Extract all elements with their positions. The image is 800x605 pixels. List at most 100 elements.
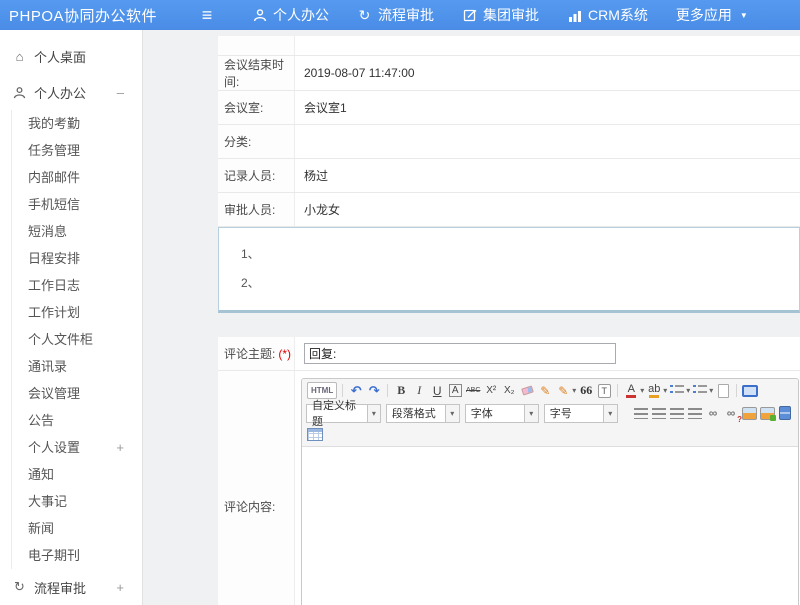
row-value-cell	[295, 337, 800, 370]
table-row	[218, 36, 800, 56]
unordered-list-icon[interactable]	[692, 382, 708, 399]
app-title: PHPOA协同办公软件	[0, 5, 190, 26]
field-value: 杨过	[295, 159, 800, 192]
sidebar-item-short-message[interactable]: 短消息	[0, 218, 142, 245]
hamburger-menu-icon[interactable]: ≡	[190, 5, 224, 26]
sidebar-item-personal-settings[interactable]: 个人设置 +	[0, 434, 142, 461]
sidebar: ⌂ 个人桌面 个人办公 – 我的考勤 任务管理 内部邮件 手机短信 短消息 日程…	[0, 30, 143, 605]
font-family-dropdown[interactable]: 字体 ▾	[465, 404, 539, 423]
sidebar-item-work-plan[interactable]: 工作计划	[0, 299, 142, 326]
caret-down-icon[interactable]: ▾	[686, 386, 690, 395]
expand-icon[interactable]: +	[116, 434, 124, 461]
paint-pen-icon[interactable]: ✎	[555, 382, 571, 399]
upload-image-icon[interactable]	[759, 405, 775, 422]
ordered-list-icon[interactable]	[669, 382, 685, 399]
sidebar-item-internal-mail[interactable]: 内部邮件	[0, 164, 142, 191]
nav-personal-office[interactable]: 个人办公	[252, 5, 329, 25]
comment-subject-label: 评论主题:	[224, 345, 275, 362]
sidebar-item-task-management[interactable]: 任务管理	[0, 137, 142, 164]
format-brush-icon[interactable]: ✎	[537, 382, 553, 399]
sidebar-item-schedule[interactable]: 日程安排	[0, 245, 142, 272]
underline-icon[interactable]: U	[429, 382, 445, 399]
italic-icon[interactable]: I	[411, 382, 427, 399]
insert-media-icon[interactable]	[777, 405, 793, 422]
sidebar-item-personal-desktop[interactable]: ⌂ 个人桌面	[0, 38, 142, 74]
editor-toolbar: HTML ↶ ↷ B I U A ABC X² X₂	[302, 379, 798, 447]
editor-content-area[interactable]	[302, 447, 798, 605]
toolbar-row-3	[306, 425, 794, 444]
caret-down-icon[interactable]: ▾	[640, 386, 644, 395]
sidebar-item-e-journal[interactable]: 电子期刊	[0, 542, 142, 569]
caret-down-icon[interactable]: ▾	[709, 386, 713, 395]
sidebar-item-mobile-sms[interactable]: 手机短信	[0, 191, 142, 218]
nav-label: 集团审批	[483, 5, 539, 25]
highlight-color-icon[interactable]: ab	[646, 382, 662, 399]
nav-crm-system[interactable]: CRM系统	[567, 5, 648, 25]
sidebar-item-work-log[interactable]: 工作日志	[0, 272, 142, 299]
sidebar-item-meeting-management[interactable]: 会议管理	[0, 380, 142, 407]
strikethrough-icon[interactable]: ABC	[465, 382, 481, 399]
main-content: 会议结束时间: 2019-08-07 11:47:00 会议室: 会议室1 分类…	[144, 30, 800, 605]
nav-more-apps[interactable]: 更多应用 ▼	[676, 5, 748, 25]
align-left-icon[interactable]	[633, 405, 649, 422]
section-gap	[218, 313, 800, 337]
font-color-icon[interactable]: A	[623, 382, 639, 399]
fullscreen-icon[interactable]	[742, 382, 758, 399]
insert-table-icon[interactable]	[307, 426, 323, 443]
comment-content-label: 评论内容:	[218, 371, 295, 605]
subscript-icon[interactable]: X₂	[501, 382, 517, 399]
field-value: 2019-08-07 11:47:00	[295, 56, 800, 90]
align-right-icon[interactable]	[669, 405, 685, 422]
caret-down-icon[interactable]: ▾	[663, 386, 667, 395]
caret-down-icon: ▼	[740, 11, 748, 20]
table-row-recorder: 记录人员: 杨过	[218, 159, 800, 193]
sidebar-item-personal-files[interactable]: 个人文件柜	[0, 326, 142, 353]
content-line: 1、	[241, 240, 799, 269]
field-label: 审批人员:	[218, 193, 295, 226]
sidebar-item-announcement[interactable]: 公告	[0, 407, 142, 434]
sidebar-item-news[interactable]: 新闻	[0, 515, 142, 542]
align-justify-icon[interactable]	[687, 405, 703, 422]
field-value: 小龙女	[295, 193, 800, 226]
person-icon	[252, 8, 267, 23]
sidebar-item-contacts[interactable]: 通讯录	[0, 353, 142, 380]
align-center-icon[interactable]	[651, 405, 667, 422]
new-page-icon[interactable]	[715, 382, 731, 399]
remove-link-icon[interactable]: ∞	[723, 405, 739, 422]
field-label: 会议室:	[218, 91, 295, 124]
redo-icon[interactable]: ↷	[366, 382, 382, 399]
remove-format-icon[interactable]	[519, 382, 535, 399]
sidebar-item-notice[interactable]: 通知	[0, 461, 142, 488]
toolbar-divider	[342, 384, 343, 397]
heading-dropdown[interactable]: 自定义标题 ▾	[306, 404, 381, 423]
sidebar-item-personal-office[interactable]: 个人办公 –	[0, 74, 142, 110]
font-style-icon[interactable]: A	[449, 384, 462, 397]
expand-icon[interactable]: +	[116, 580, 124, 595]
bold-icon[interactable]: B	[393, 382, 409, 399]
blockquote-icon[interactable]: 66	[578, 382, 594, 399]
caret-down-icon[interactable]: ▾	[572, 386, 576, 395]
rich-text-editor-cell: HTML ↶ ↷ B I U A ABC X² X₂	[295, 371, 800, 605]
paragraph-format-dropdown[interactable]: 段落格式 ▾	[386, 404, 460, 423]
toolbar-divider	[387, 384, 388, 397]
table-row-comment-subject: 评论主题: (*)	[218, 337, 800, 371]
insert-image-icon[interactable]	[741, 405, 757, 422]
sidebar-item-memorabilia[interactable]: 大事记	[0, 488, 142, 515]
superscript-icon[interactable]: X²	[483, 382, 499, 399]
main-nav: 个人办公 ↻ 流程审批 集团审批 CRM系统 更多应用 ▼	[252, 5, 748, 25]
field-label: 评论主题: (*)	[218, 337, 295, 370]
sidebar-item-workflow-approval[interactable]: ↻ 流程审批 +	[0, 569, 142, 605]
nav-workflow-approval[interactable]: ↻ 流程审批	[357, 5, 434, 25]
comment-subject-input[interactable]	[304, 343, 616, 364]
table-row-meeting-room: 会议室: 会议室1	[218, 91, 800, 125]
insert-link-icon[interactable]: ∞	[705, 405, 721, 422]
edit-icon	[462, 8, 477, 23]
table-row-category: 分类:	[218, 125, 800, 159]
nav-group-approval[interactable]: 集团审批	[462, 5, 539, 25]
collapse-icon[interactable]: –	[117, 85, 124, 100]
sidebar-item-attendance[interactable]: 我的考勤	[0, 110, 142, 137]
paste-as-text-icon[interactable]: T	[596, 382, 612, 399]
toolbar-divider	[736, 384, 737, 397]
sidebar-item-label: 个人设置	[28, 440, 80, 455]
font-size-dropdown[interactable]: 字号 ▾	[544, 404, 618, 423]
